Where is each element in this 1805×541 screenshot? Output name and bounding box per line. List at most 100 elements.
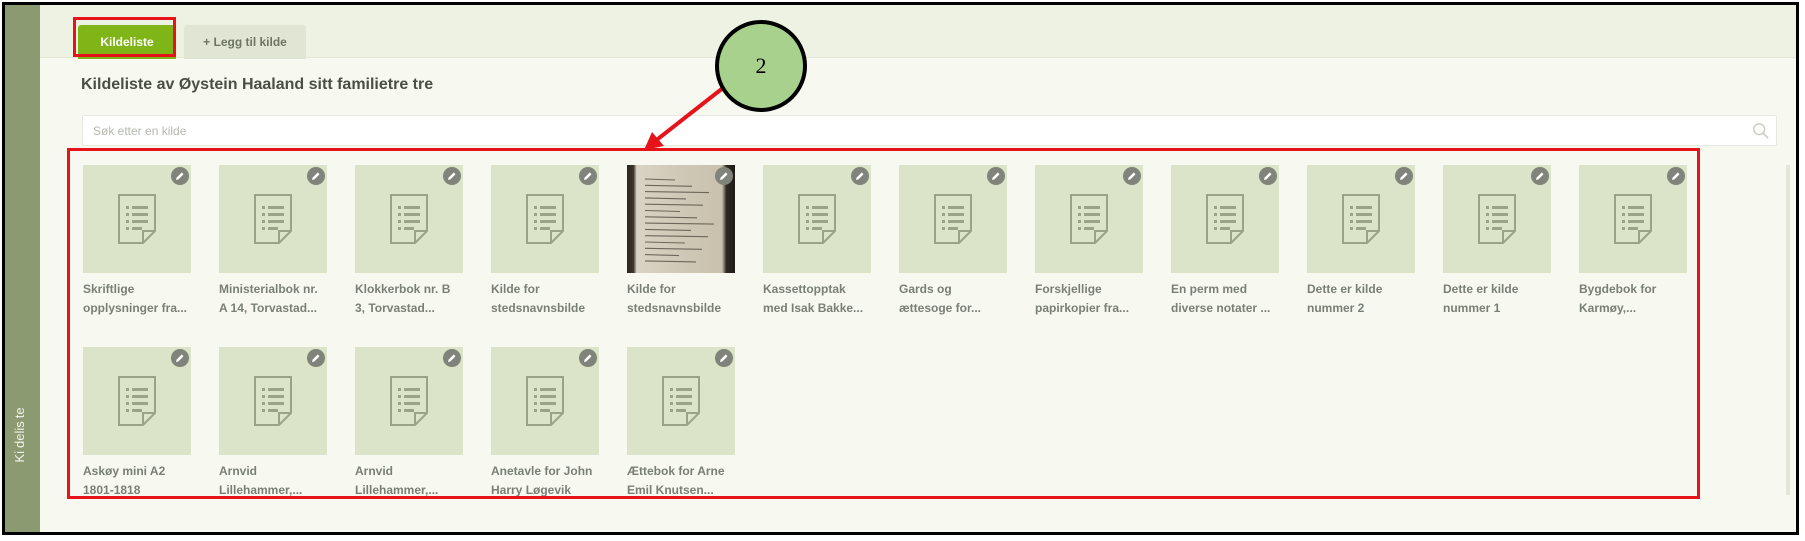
photo-thumbnail-image <box>644 178 715 263</box>
tab-kildeliste[interactable]: Kildeliste <box>78 25 176 59</box>
source-title[interactable]: Arnvid Lillehammer,... <box>355 462 463 500</box>
source-card[interactable]: En perm med diverse notater ... <box>1171 165 1279 320</box>
source-card[interactable]: Bygdebok for Karmøy,... <box>1579 165 1687 320</box>
edit-pencil-icon[interactable] <box>715 349 733 367</box>
document-icon <box>254 194 292 244</box>
source-title[interactable]: Klokkerbok nr. B 3, Torvastad... <box>355 280 463 318</box>
source-title-line: 1801-1818 <box>83 483 141 497</box>
edit-pencil-icon[interactable] <box>171 167 189 185</box>
edit-pencil-icon[interactable] <box>171 349 189 367</box>
edit-pencil-icon[interactable] <box>987 167 1005 185</box>
source-thumbnail[interactable] <box>491 347 599 455</box>
source-card[interactable]: Ættebok for Arne Emil Knutsen... <box>627 347 735 502</box>
edit-pencil-icon[interactable] <box>1259 167 1277 185</box>
source-title[interactable]: Askøy mini A2 1801-1818 <box>83 462 191 500</box>
source-card[interactable]: Dette er kilde nummer 1 <box>1443 165 1551 320</box>
edit-pencil-icon[interactable] <box>443 349 461 367</box>
source-thumbnail[interactable] <box>899 165 1007 273</box>
source-title[interactable]: Kassettopptak med Isak Bakke... <box>763 280 871 318</box>
source-title[interactable]: Kilde for stedsnavnsbilde <box>491 280 599 318</box>
source-card[interactable]: Forskjellige papirkopier fra... <box>1035 165 1143 320</box>
source-thumbnail[interactable] <box>355 347 463 455</box>
scrollbar[interactable] <box>1786 165 1790 495</box>
source-thumbnail[interactable] <box>1171 165 1279 273</box>
source-title[interactable]: Ættebok for Arne Emil Knutsen... <box>627 462 735 500</box>
edit-pencil-icon[interactable] <box>851 167 869 185</box>
edit-pencil-icon[interactable] <box>715 167 733 185</box>
search-input[interactable] <box>83 116 1733 145</box>
edit-pencil-icon[interactable] <box>579 167 597 185</box>
source-card[interactable]: Kilde for stedsnavnsbilde <box>627 165 735 320</box>
source-title-line: Kilde for <box>627 282 676 296</box>
side-panel-toggle[interactable]: Kideliste <box>5 5 40 532</box>
source-title-line: 3, Torvastad... <box>355 301 435 315</box>
source-card[interactable]: Arnvid Lillehammer,... <box>219 347 327 502</box>
source-title[interactable]: Arnvid Lillehammer,... <box>219 462 327 500</box>
source-title[interactable]: Dette er kilde nummer 2 <box>1307 280 1415 318</box>
source-title-line: nummer 2 <box>1307 301 1365 315</box>
source-thumbnail[interactable] <box>1035 165 1143 273</box>
source-thumbnail[interactable] <box>83 165 191 273</box>
document-icon <box>934 194 972 244</box>
source-thumbnail[interactable] <box>355 165 463 273</box>
side-panel-label: Kideliste <box>12 407 27 463</box>
edit-pencil-icon[interactable] <box>1667 167 1685 185</box>
source-thumbnail[interactable] <box>219 347 327 455</box>
source-title-line: Arnvid <box>219 464 258 478</box>
edit-pencil-icon[interactable] <box>1123 167 1141 185</box>
source-title-line: Ættebok for Arne <box>627 464 725 478</box>
document-icon <box>798 194 836 244</box>
search-box <box>82 115 1777 146</box>
source-card[interactable]: Kilde for stedsnavnsbilde <box>491 165 599 320</box>
document-icon <box>118 194 156 244</box>
source-card[interactable]: Skriftlige opplysninger fra... <box>83 165 191 320</box>
search-icon[interactable] <box>1752 122 1770 140</box>
source-title[interactable]: Bygdebok for Karmøy,... <box>1579 280 1687 318</box>
app-frame: Kideliste Kildeliste + Legg til kilde Ki… <box>2 2 1799 535</box>
source-title[interactable]: Skriftlige opplysninger fra... <box>83 280 191 318</box>
source-thumbnail[interactable] <box>1443 165 1551 273</box>
edit-pencil-icon[interactable] <box>307 349 325 367</box>
source-title-line: Anetavle for John <box>491 464 593 478</box>
source-thumbnail[interactable] <box>763 165 871 273</box>
tab-add-source[interactable]: + Legg til kilde <box>184 25 306 59</box>
edit-pencil-icon[interactable] <box>579 349 597 367</box>
source-thumbnail[interactable] <box>219 165 327 273</box>
source-thumbnail[interactable] <box>1579 165 1687 273</box>
source-card[interactable]: Anetavle for John Harry Løgevik <box>491 347 599 502</box>
source-title-line: ættesoge for... <box>899 301 982 315</box>
source-thumbnail[interactable] <box>491 165 599 273</box>
edit-pencil-icon[interactable] <box>1395 167 1413 185</box>
callout-number: 2 <box>755 53 767 78</box>
document-icon <box>1614 194 1652 244</box>
source-title-line: Karmøy,... <box>1579 301 1637 315</box>
source-title-line: Dette er kilde <box>1443 282 1519 296</box>
source-card[interactable]: Askøy mini A2 1801-1818 <box>83 347 191 502</box>
source-title[interactable]: Kilde for stedsnavnsbilde <box>627 280 735 318</box>
source-card[interactable]: Kassettopptak med Isak Bakke... <box>763 165 871 320</box>
source-card[interactable]: Arnvid Lillehammer,... <box>355 347 463 502</box>
source-title[interactable]: Gards og ættesoge for... <box>899 280 1007 318</box>
source-thumbnail[interactable] <box>1307 165 1415 273</box>
document-icon <box>1342 194 1380 244</box>
source-title[interactable]: Anetavle for John Harry Løgevik <box>491 462 599 500</box>
document-icon <box>390 376 428 426</box>
source-title[interactable]: Forskjellige papirkopier fra... <box>1035 280 1143 318</box>
source-title[interactable]: En perm med diverse notater ... <box>1171 280 1279 318</box>
edit-pencil-icon[interactable] <box>443 167 461 185</box>
source-card[interactable]: Gards og ættesoge for... <box>899 165 1007 320</box>
document-icon <box>1206 194 1244 244</box>
source-thumbnail[interactable] <box>627 165 735 273</box>
source-card[interactable]: Ministerialbok nr. A 14, Torvastad... <box>219 165 327 320</box>
source-card[interactable]: Dette er kilde nummer 2 <box>1307 165 1415 320</box>
source-card[interactable]: Klokkerbok nr. B 3, Torvastad... <box>355 165 463 320</box>
source-title[interactable]: Dette er kilde nummer 1 <box>1443 280 1551 318</box>
source-title-line: stedsnavnsbilde <box>491 301 586 315</box>
source-title-line: papirkopier fra... <box>1035 301 1130 315</box>
source-title[interactable]: Ministerialbok nr. A 14, Torvastad... <box>219 280 327 318</box>
edit-pencil-icon[interactable] <box>1531 167 1549 185</box>
source-thumbnail[interactable] <box>83 347 191 455</box>
source-thumbnail[interactable] <box>627 347 735 455</box>
edit-pencil-icon[interactable] <box>307 167 325 185</box>
source-title-line: Gards og <box>899 282 952 296</box>
